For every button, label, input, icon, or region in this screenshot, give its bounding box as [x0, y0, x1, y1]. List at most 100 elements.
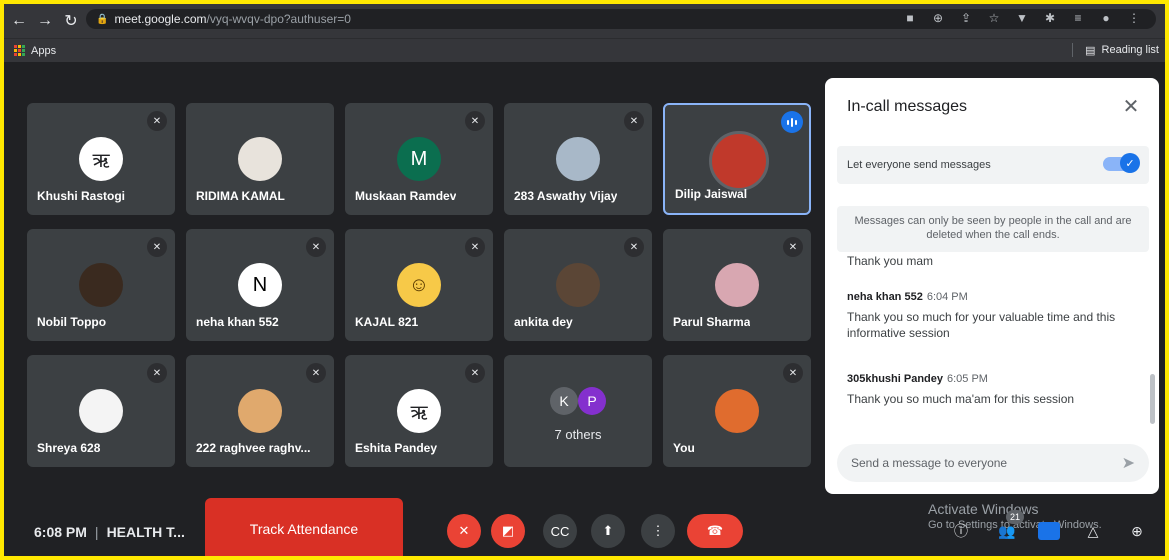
- avatar: [715, 389, 759, 433]
- apps-grid-icon: [14, 44, 26, 57]
- participant-tile[interactable]: ऋ Khushi Rastogi ✕: [27, 103, 175, 215]
- mic-muted-icon: ✕: [465, 363, 485, 383]
- message-time: 6:04 PM: [926, 291, 968, 303]
- address-bar-icons: ■ ⊕ ⇪ ☆ ▼ ✱ ≡ ● ⋮: [902, 11, 1142, 25]
- reading-list[interactable]: ▤ Reading list: [1072, 43, 1159, 57]
- speaking-indicator-icon: [781, 111, 803, 133]
- avatar: [715, 263, 759, 307]
- apps-bookmark[interactable]: Apps: [14, 44, 57, 57]
- apps-label: Apps: [31, 44, 57, 57]
- zoom-icon[interactable]: ⊕: [930, 11, 946, 25]
- host-controls-icon[interactable]: ⊕: [1126, 520, 1148, 542]
- setting-label: Let everyone send messages: [847, 159, 991, 171]
- browser-toolbar: ← → ↻ 🔒 meet.google.com /vyq-wvqv-dpo?au…: [4, 4, 1165, 38]
- mic-muted-icon: ✕: [465, 237, 485, 257]
- leave-call-icon[interactable]: ☎: [687, 514, 743, 548]
- captions-icon[interactable]: CC: [543, 514, 577, 548]
- participant-tile[interactable]: Nneha khan 552 ✕: [186, 229, 334, 341]
- avatar: [709, 131, 769, 191]
- participant-tile[interactable]: 222 raghvee raghv... ✕: [186, 355, 334, 467]
- message-input-placeholder: Send a message to everyone: [851, 456, 1008, 470]
- participant-name: Dilip Jaiswal: [675, 187, 748, 201]
- message-input[interactable]: Send a message to everyone ➤: [837, 444, 1149, 482]
- track-attendance-button[interactable]: Track Attendance: [205, 498, 403, 556]
- address-bar[interactable]: 🔒 meet.google.com /vyq-wvqv-dpo?authuser…: [86, 9, 1156, 29]
- meeting-title[interactable]: HEALTH T...: [107, 524, 185, 540]
- mic-muted-icon: ✕: [465, 111, 485, 131]
- mic-muted-icon: ✕: [783, 237, 803, 257]
- message-text: Thank you so much for your valuable time…: [847, 310, 1116, 340]
- participant-tile[interactable]: You ✕: [663, 355, 811, 467]
- avatar: [238, 137, 282, 181]
- bookmarks-bar: Apps ▤ Reading list: [4, 38, 1165, 62]
- participant-tile[interactable]: 283 Aswathy Vijay ✕: [504, 103, 652, 215]
- browser-window: ← → ↻ 🔒 meet.google.com /vyq-wvqv-dpo?au…: [4, 4, 1165, 556]
- participant-tile[interactable]: ankita dey ✕: [504, 229, 652, 341]
- lock-icon: 🔒: [96, 13, 109, 25]
- avatar: [556, 137, 600, 181]
- mic-muted-icon: ✕: [147, 237, 167, 257]
- message-item: neha khan 552 6:04 PM Thank you so much f…: [847, 288, 1137, 341]
- participant-name: You: [673, 441, 695, 455]
- send-messages-toggle[interactable]: ✓: [1103, 153, 1140, 173]
- participant-name: KAJAL 821: [355, 315, 419, 329]
- participant-name: neha khan 552: [196, 315, 279, 329]
- send-icon[interactable]: ➤: [1122, 453, 1135, 473]
- avatar: N: [238, 263, 282, 307]
- activities-icon[interactable]: △: [1082, 520, 1104, 542]
- mic-off-icon[interactable]: ✕: [447, 514, 481, 548]
- mic-muted-icon: ✕: [147, 111, 167, 131]
- participant-tile[interactable]: ऋ Eshita Pandey ✕: [345, 355, 493, 467]
- back-icon[interactable]: ←: [8, 10, 30, 32]
- meeting-details-icon[interactable]: ⓘ: [950, 520, 972, 542]
- participant-tile[interactable]: RIDIMA KAMAL: [186, 103, 334, 215]
- avatar: M: [397, 137, 441, 181]
- divider: |: [94, 524, 99, 540]
- avatar: ☺: [397, 263, 441, 307]
- camera-icon[interactable]: ■: [902, 11, 918, 25]
- mic-muted-icon: ✕: [624, 111, 644, 131]
- current-time: 6:08 PM: [34, 524, 87, 540]
- chat-icon[interactable]: [1038, 522, 1060, 540]
- profile-icon[interactable]: ●: [1098, 11, 1114, 25]
- url-path: /vyq-wvqv-dpo?authuser=0: [206, 12, 351, 26]
- puzzle-icon[interactable]: ✱: [1042, 11, 1058, 25]
- forward-icon[interactable]: →: [34, 10, 56, 32]
- participant-tile[interactable]: Nobil Toppo ✕: [27, 229, 175, 341]
- present-screen-icon[interactable]: ⬆: [591, 514, 625, 548]
- extension-icon[interactable]: ▼: [1014, 11, 1030, 25]
- message-text: Thank you mam: [847, 254, 934, 268]
- more-options-icon[interactable]: ⋮: [641, 514, 675, 548]
- reload-icon[interactable]: ↻: [60, 10, 82, 32]
- participant-name: Khushi Rastogi: [37, 189, 126, 203]
- others-label: 7 others: [554, 427, 602, 442]
- message-list[interactable]: Thank you mam neha khan 552 6:04 PM Thank…: [847, 254, 1147, 434]
- participant-tile[interactable]: Parul Sharma ✕: [663, 229, 811, 341]
- participant-name: ankita dey: [514, 315, 573, 329]
- participant-tile[interactable]: ☺ KAJAL 821 ✕: [345, 229, 493, 341]
- avatar: ऋ: [397, 389, 441, 433]
- avatar: [79, 263, 123, 307]
- participant-name: Eshita Pandey: [355, 441, 438, 455]
- close-icon[interactable]: ✕: [1117, 92, 1145, 120]
- let-everyone-send-setting: Let everyone send messages ✓: [837, 146, 1149, 184]
- meeting-info: 6:08 PM | HEALTH T...: [34, 524, 185, 540]
- panel-title: In-call messages: [847, 98, 968, 115]
- share-icon[interactable]: ⇪: [958, 11, 974, 25]
- reading-mode-icon[interactable]: ≡: [1070, 11, 1086, 25]
- participant-name: Nobil Toppo: [37, 315, 107, 329]
- mic-muted-icon: ✕: [306, 237, 326, 257]
- participant-tile[interactable]: KP 7 others: [504, 355, 652, 467]
- menu-icon[interactable]: ⋮: [1126, 11, 1142, 25]
- scrollbar[interactable]: [1150, 374, 1155, 424]
- participant-tile[interactable]: Dilip Jaiswal: [663, 103, 811, 215]
- camera-off-icon[interactable]: ◩: [491, 514, 525, 548]
- message-sender: neha khan 552: [847, 291, 923, 303]
- mic-muted-icon: ✕: [306, 363, 326, 383]
- url-host: meet.google.com: [114, 12, 207, 26]
- participant-name: RIDIMA KAMAL: [196, 189, 285, 203]
- participant-tile[interactable]: Shreya 628 ✕: [27, 355, 175, 467]
- star-icon[interactable]: ☆: [986, 11, 1002, 25]
- divider: [1072, 43, 1074, 57]
- participant-tile[interactable]: M Muskaan Ramdev ✕: [345, 103, 493, 215]
